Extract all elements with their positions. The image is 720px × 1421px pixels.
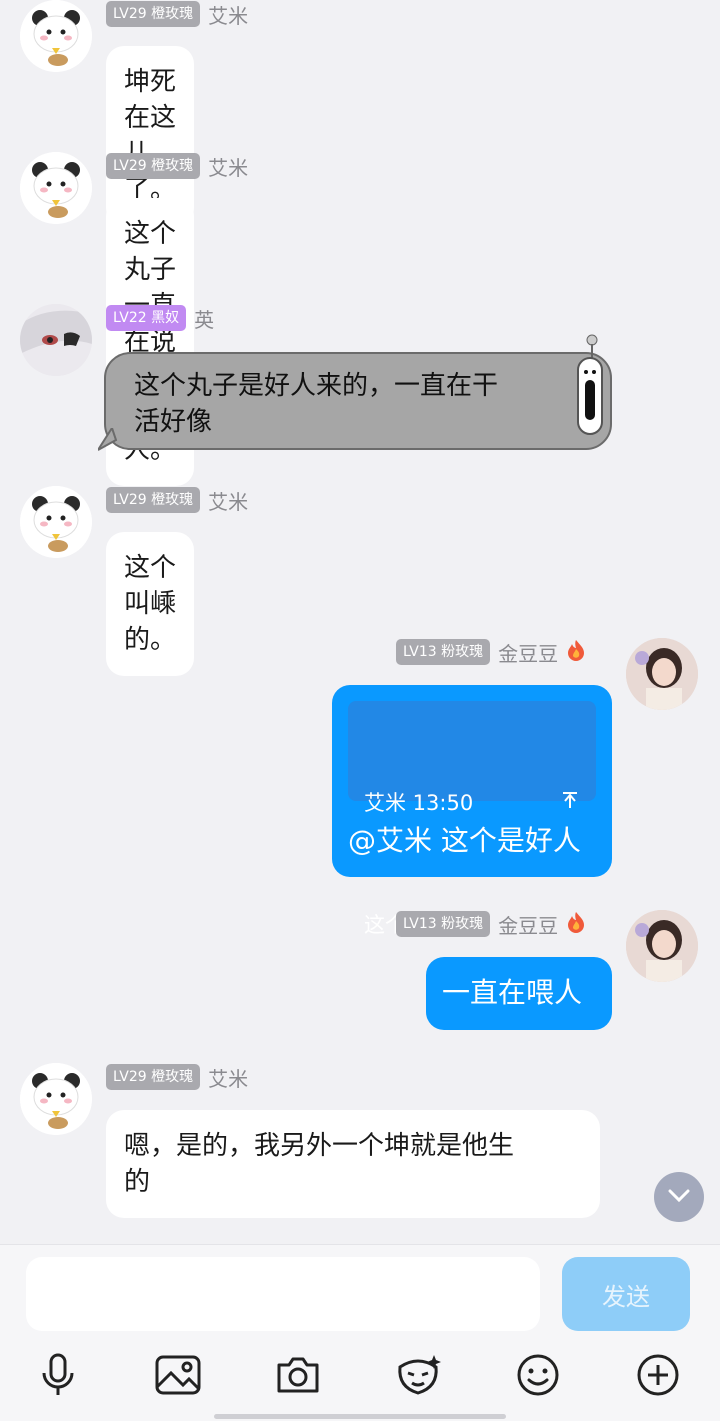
jump-to-quote-icon[interactable] [560, 785, 580, 821]
image-button[interactable] [154, 1353, 202, 1401]
message-bubble[interactable]: 一直在喂人 [426, 957, 612, 1030]
avatar[interactable] [20, 1063, 92, 1135]
level-badge: LV29 橙玫瑰 [106, 487, 201, 513]
sticker-icon [394, 1353, 442, 1401]
level-badge: LV22 黑奴 [106, 305, 187, 331]
more-button[interactable] [634, 1353, 682, 1401]
sender-name[interactable]: 金豆豆 [498, 638, 558, 667]
level-badge: LV13 粉玫瑰 [396, 639, 491, 665]
flame-icon [566, 911, 586, 937]
plus-icon [636, 1353, 680, 1401]
message-input[interactable] [26, 1257, 540, 1331]
sender-name[interactable]: 金豆豆 [498, 910, 558, 939]
send-button[interactable]: 发送 [562, 1257, 690, 1331]
avatar[interactable] [20, 152, 92, 224]
avatar[interactable] [20, 304, 92, 376]
microphone-icon [41, 1353, 75, 1401]
message-text: @艾米 这个是好人 [348, 824, 581, 857]
flame-icon [566, 639, 586, 665]
message-bubble[interactable]: 这个叫嵊的。 [106, 532, 194, 676]
sender-name[interactable]: 艾米 [208, 1063, 248, 1092]
level-badge: LV29 橙玫瑰 [106, 1, 201, 27]
emoji-icon [516, 1353, 560, 1401]
image-icon [155, 1355, 201, 1399]
bubble-tail [98, 428, 118, 451]
sender-name[interactable]: 艾米 [208, 486, 248, 515]
message-bubble[interactable]: 艾米 13:50 这个叫嵊的。 @艾米 这个是好人 [332, 685, 612, 937]
sticker-button[interactable] [394, 1353, 442, 1401]
camera-icon [275, 1355, 321, 1399]
sender-name[interactable]: 艾米 [208, 152, 248, 181]
message-bubble[interactable]: 嗯，是的，我另外一个坤就是他生 的 [106, 1110, 600, 1218]
avatar[interactable] [20, 0, 92, 72]
level-badge: LV29 橙玫瑰 [106, 1064, 201, 1090]
voice-button[interactable] [34, 1353, 82, 1401]
avatar[interactable] [626, 910, 698, 982]
message-bubble[interactable]: 这个丸子是好人来的，一直在干 活好像 [104, 352, 612, 450]
avatar[interactable] [20, 486, 92, 558]
scroll-to-bottom-button[interactable] [654, 1172, 704, 1222]
avatar[interactable] [626, 638, 698, 710]
quoted-message[interactable]: 艾米 13:50 这个叫嵊的。 [348, 701, 596, 937]
emoji-button[interactable] [514, 1353, 562, 1401]
sender-name[interactable]: 英 [194, 304, 214, 333]
home-indicator[interactable] [214, 1414, 506, 1419]
composer-bar: 发送 [0, 1244, 720, 1421]
quote-author-time: 艾米 13:50 [364, 791, 474, 815]
level-badge: LV13 粉玫瑰 [396, 911, 491, 937]
chevron-down-icon [668, 1188, 690, 1207]
bubble-decoration-icon [577, 334, 603, 435]
level-badge: LV29 橙玫瑰 [106, 153, 201, 179]
camera-button[interactable] [274, 1353, 322, 1401]
sender-name[interactable]: 艾米 [208, 0, 248, 29]
